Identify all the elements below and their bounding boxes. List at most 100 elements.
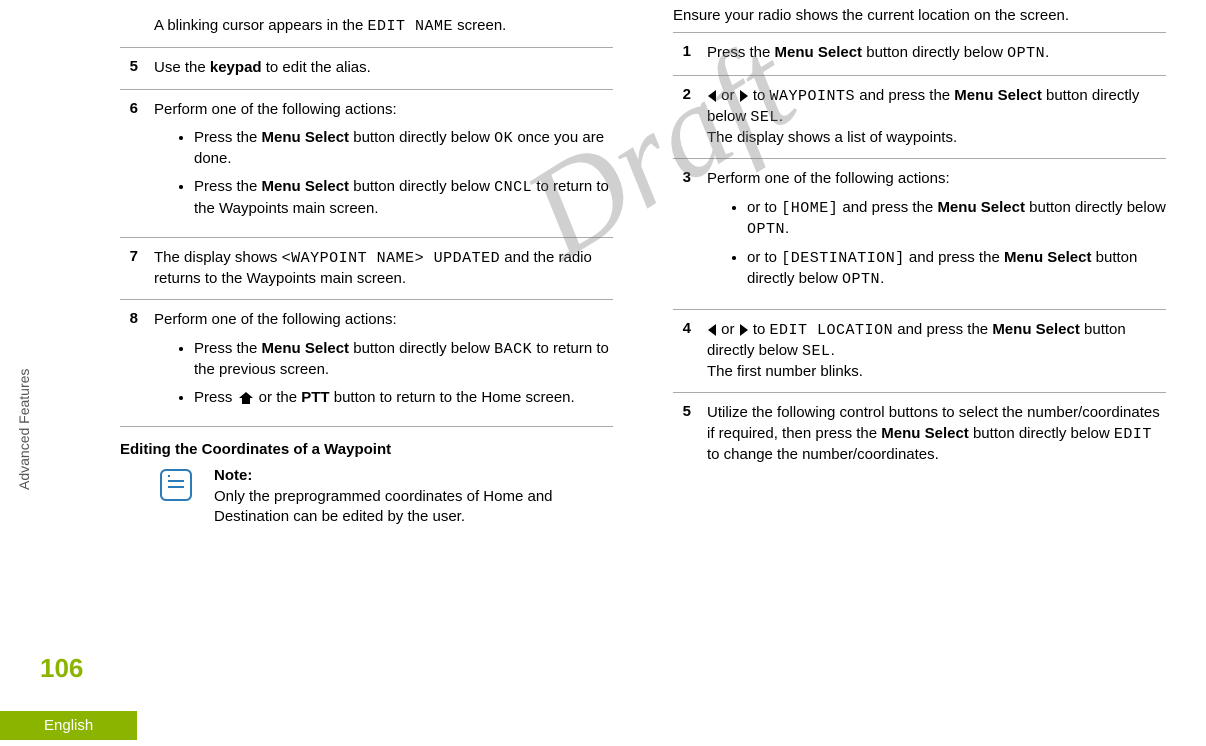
text: to change the number/coordinates. — [707, 446, 939, 463]
list-item: Press the Menu Select button directly be… — [194, 339, 613, 381]
code-text: OPTN — [842, 271, 880, 288]
bold-text: PTT — [301, 389, 329, 406]
text: Only the preprogrammed coordinates of Ho… — [214, 488, 553, 525]
bold-text: Menu Select — [262, 178, 350, 195]
code-text: OPTN — [1007, 45, 1045, 62]
code-text: EDIT LOCATION — [770, 322, 894, 339]
right-column: Ensure your radio shows the current loca… — [673, 0, 1166, 746]
text: The display shows — [154, 249, 282, 266]
list-item: or to [DESTINATION] and press the Menu S… — [747, 248, 1166, 291]
bullet-list: Press the Menu Select button directly be… — [154, 339, 613, 409]
text: Press the — [707, 44, 775, 61]
step-number: 5 — [120, 58, 138, 75]
list-item: Press the Menu Select button directly be… — [194, 177, 613, 219]
text: Perform one of the following actions: — [707, 170, 950, 187]
text: Perform one of the following actions: — [154, 311, 397, 328]
code-text: <WAYPOINT NAME> UPDATED — [282, 250, 501, 267]
text: The display shows a list of waypoints. — [707, 128, 1166, 148]
bold-text: keypad — [210, 59, 262, 76]
code-text: OK — [494, 130, 513, 147]
step-body: Perform one of the following actions: or… — [707, 169, 1166, 298]
step-number: 5 — [673, 403, 691, 420]
code-text: CNCL — [494, 179, 532, 196]
list-item: or to [HOME] and press the Menu Select b… — [747, 198, 1166, 241]
note-text: Note: Only the preprogrammed coordinates… — [214, 466, 613, 527]
code-text: WAYPOINTS — [770, 88, 856, 105]
step-number: 2 — [673, 86, 691, 103]
list-item: Press the Menu Select button directly be… — [194, 128, 613, 170]
step-body: Perform one of the following actions: Pr… — [154, 310, 613, 416]
text: button directly below — [1025, 199, 1166, 216]
code-text: [DESTINATION] — [781, 250, 905, 267]
step-number: 8 — [120, 310, 138, 327]
subsection-heading: Editing the Coordinates of a Waypoint — [120, 441, 613, 458]
bold-text: Menu Select — [992, 321, 1080, 338]
code-text: SEL — [802, 343, 831, 360]
step-body: A blinking cursor appears in the EDIT NA… — [154, 16, 613, 37]
note-icon — [160, 469, 192, 501]
text: Use the — [154, 59, 210, 76]
bold-text: Menu Select — [954, 87, 1042, 104]
step-body: Utilize the following control buttons to… — [707, 403, 1166, 465]
text: and press the — [838, 199, 937, 216]
language-tab: English — [0, 711, 137, 740]
text: or the — [255, 389, 302, 406]
page-number: 106 — [40, 653, 83, 684]
code-text: OPTN — [747, 221, 785, 238]
text: to edit the alias. — [262, 59, 371, 76]
text: Press — [194, 389, 237, 406]
bullet-list: or to [HOME] and press the Menu Select b… — [707, 198, 1166, 291]
text: A blinking cursor appears in the — [154, 17, 367, 34]
text: . — [785, 220, 789, 237]
step-number: 3 — [673, 169, 691, 186]
text: or to — [747, 199, 781, 216]
text: . — [779, 108, 783, 125]
code-text: SEL — [750, 109, 779, 126]
text: Press the — [194, 178, 262, 195]
text: to — [749, 87, 770, 104]
bold-text: Menu Select — [881, 425, 969, 442]
step-number: 7 — [120, 248, 138, 265]
step-body: The display shows <WAYPOINT NAME> UPDATE… — [154, 248, 613, 290]
text: button directly below — [349, 129, 494, 146]
code-text: [HOME] — [781, 200, 838, 217]
text: button directly below — [862, 44, 1007, 61]
bold-text: Menu Select — [937, 199, 1025, 216]
text: or — [717, 87, 739, 104]
nav-left-icon — [708, 324, 716, 336]
bold-text: Menu Select — [1004, 249, 1092, 266]
text: The first number blinks. — [707, 362, 1166, 382]
nav-right-icon — [740, 90, 748, 102]
section-side-label: Advanced Features — [16, 369, 32, 490]
step-body: Perform one of the following actions: Pr… — [154, 100, 613, 227]
text: to — [749, 321, 770, 338]
bold-text: Menu Select — [262, 129, 350, 146]
text: or to — [747, 249, 781, 266]
text: or — [717, 321, 739, 338]
list-item: Press or the PTT button to return to the… — [194, 388, 613, 408]
step-body: Press the Menu Select button directly be… — [707, 43, 1166, 64]
text: button directly below — [349, 178, 494, 195]
text: Press the — [194, 129, 262, 146]
text: and press the — [893, 321, 992, 338]
text: . — [880, 270, 884, 287]
bullet-list: Press the Menu Select button directly be… — [154, 128, 613, 219]
step-number: 4 — [673, 320, 691, 337]
text: . — [831, 342, 835, 359]
bold-text: Menu Select — [262, 340, 350, 357]
text: Press the — [194, 340, 262, 357]
step-body: or to WAYPOINTS and press the Menu Selec… — [707, 86, 1166, 149]
step-body: Use the keypad to edit the alias. — [154, 58, 613, 78]
step-number: 6 — [120, 100, 138, 117]
text: Perform one of the following actions: — [154, 101, 397, 118]
left-column: A blinking cursor appears in the EDIT NA… — [120, 0, 613, 746]
intro-text: Ensure your radio shows the current loca… — [673, 6, 1166, 26]
note-title: Note: — [214, 466, 613, 486]
nav-left-icon — [708, 90, 716, 102]
home-icon — [239, 392, 253, 404]
text: and press the — [855, 87, 954, 104]
text: button directly below — [969, 425, 1114, 442]
bold-text: Menu Select — [775, 44, 863, 61]
nav-right-icon — [740, 324, 748, 336]
code-text: EDIT NAME — [367, 18, 453, 35]
